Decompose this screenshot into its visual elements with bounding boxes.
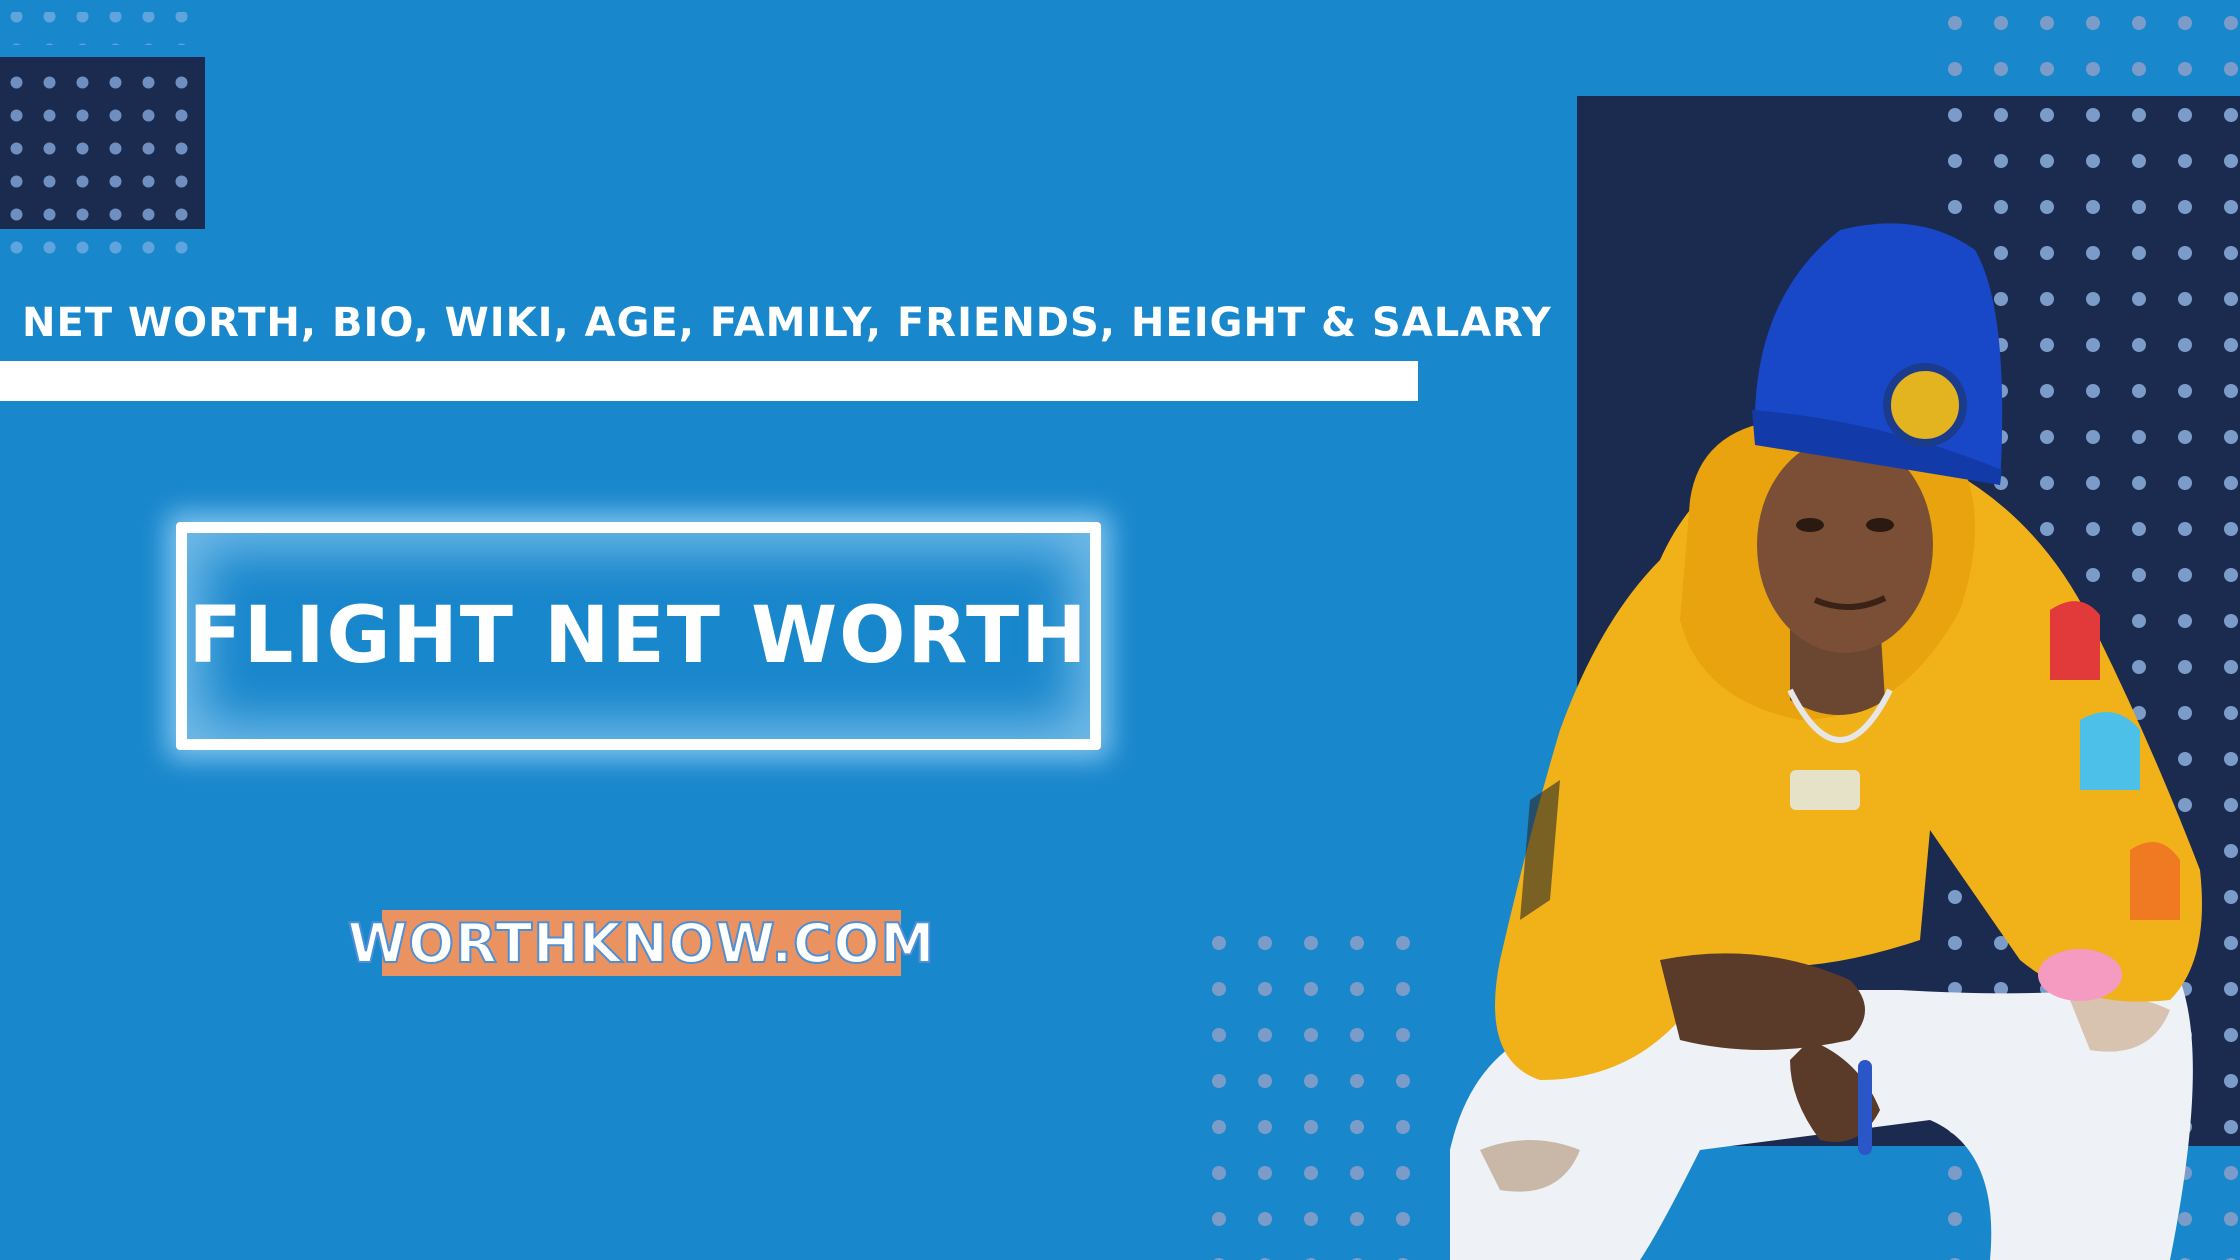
thumbnail-canvas: NET WORTH, BIO, WIKI, AGE, FAMILY, FRIEN… xyxy=(0,0,2240,1260)
chain-pendant xyxy=(1790,770,1860,810)
drawstring-tassel xyxy=(1858,1060,1872,1155)
orange-ghost-patch xyxy=(2130,842,2180,920)
left-eye xyxy=(1796,518,1824,532)
pink-patch xyxy=(2038,949,2122,1001)
cap-logo-badge xyxy=(1883,363,1967,447)
left-arm xyxy=(1660,953,1865,1050)
blue-ghost-patch xyxy=(2080,712,2140,790)
person-photo xyxy=(1450,223,2202,1260)
right-eye xyxy=(1866,518,1894,532)
red-ghost-patch xyxy=(2050,601,2100,680)
